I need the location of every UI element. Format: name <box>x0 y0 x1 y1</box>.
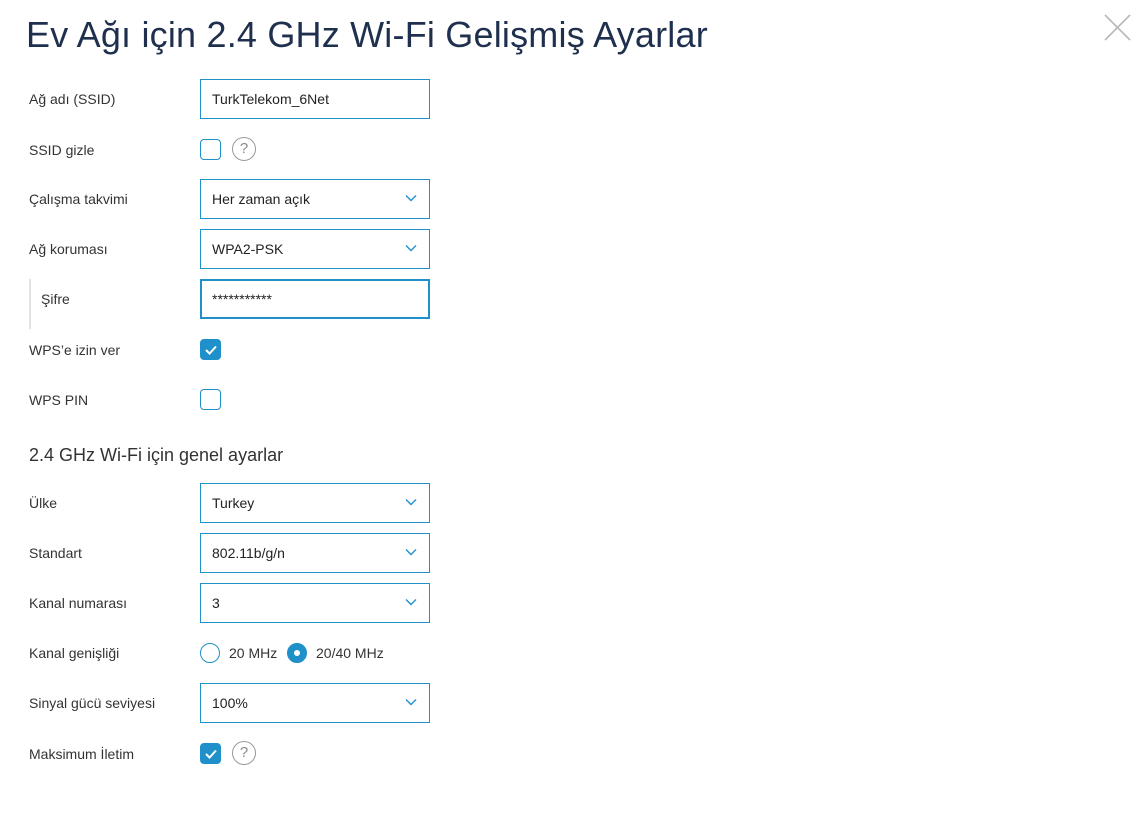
chevron-down-icon <box>405 549 417 556</box>
country-value: Turkey <box>212 495 255 511</box>
channel-width-20-radio[interactable] <box>200 643 220 663</box>
protection-label: Ağ koruması <box>29 241 108 257</box>
ssid-input[interactable]: TurkTelekom_6Net <box>200 79 430 119</box>
checkmark-icon <box>205 345 217 355</box>
schedule-label: Çalışma takvimi <box>29 191 128 207</box>
chevron-down-icon <box>405 245 417 252</box>
password-input[interactable]: *********** <box>200 279 430 319</box>
protection-value: WPA2-PSK <box>212 241 284 257</box>
protection-select[interactable]: WPA2-PSK <box>200 229 430 269</box>
channel-select[interactable]: 3 <box>200 583 430 623</box>
channel-label: Kanal numarası <box>29 595 128 611</box>
tx-power-label: Sinyal gücü seviyesi <box>29 695 156 711</box>
standard-value: 802.11b/g/n <box>212 545 285 561</box>
chevron-down-icon <box>405 499 417 506</box>
channel-width-label: Kanal genişliği <box>29 645 120 661</box>
channel-width-20-label: 20 MHz <box>229 645 278 661</box>
wps-allow-label: WPS’e izin ver <box>29 342 121 358</box>
wps-pin-checkbox[interactable] <box>200 389 221 410</box>
channel-width-2040-radio[interactable] <box>287 643 307 663</box>
chevron-down-icon <box>405 599 417 606</box>
page-title: Ev Ağı için 2.4 GHz Wi-Fi Gelişmiş Ayarl… <box>26 14 708 55</box>
country-select[interactable]: Turkey <box>200 483 430 523</box>
channel-width-2040-label: 20/40 MHz <box>316 645 384 661</box>
standard-select[interactable]: 802.11b/g/n <box>200 533 430 573</box>
hide-ssid-checkbox[interactable] <box>200 139 221 160</box>
chevron-down-icon <box>405 195 417 202</box>
standard-label: Standart <box>29 545 82 561</box>
ssid-label: Ağ adı (SSID) <box>29 91 116 107</box>
schedule-select[interactable]: Her zaman açık <box>200 179 430 219</box>
hide-ssid-help-icon[interactable]: ? <box>232 137 256 161</box>
hide-ssid-label: SSID gizle <box>29 142 95 158</box>
max-tx-checkbox[interactable] <box>200 743 221 764</box>
indent-divider <box>29 279 31 329</box>
wps-allow-checkbox[interactable] <box>200 339 221 360</box>
max-tx-help-icon[interactable]: ? <box>232 741 256 765</box>
country-label: Ülke <box>29 495 58 511</box>
tx-power-value: 100% <box>212 695 248 711</box>
wps-pin-label: WPS PIN <box>29 392 89 408</box>
tx-power-select[interactable]: 100% <box>200 683 430 723</box>
close-icon[interactable] <box>1104 14 1131 41</box>
chevron-down-icon <box>405 699 417 706</box>
password-label: Şifre <box>41 291 70 307</box>
channel-value: 3 <box>212 595 220 611</box>
checkmark-icon <box>205 749 217 759</box>
max-tx-label: Maksimum İletim <box>29 746 135 762</box>
general-settings-heading: 2.4 GHz Wi-Fi için genel ayarlar <box>29 445 284 465</box>
schedule-value: Her zaman açık <box>212 191 311 207</box>
